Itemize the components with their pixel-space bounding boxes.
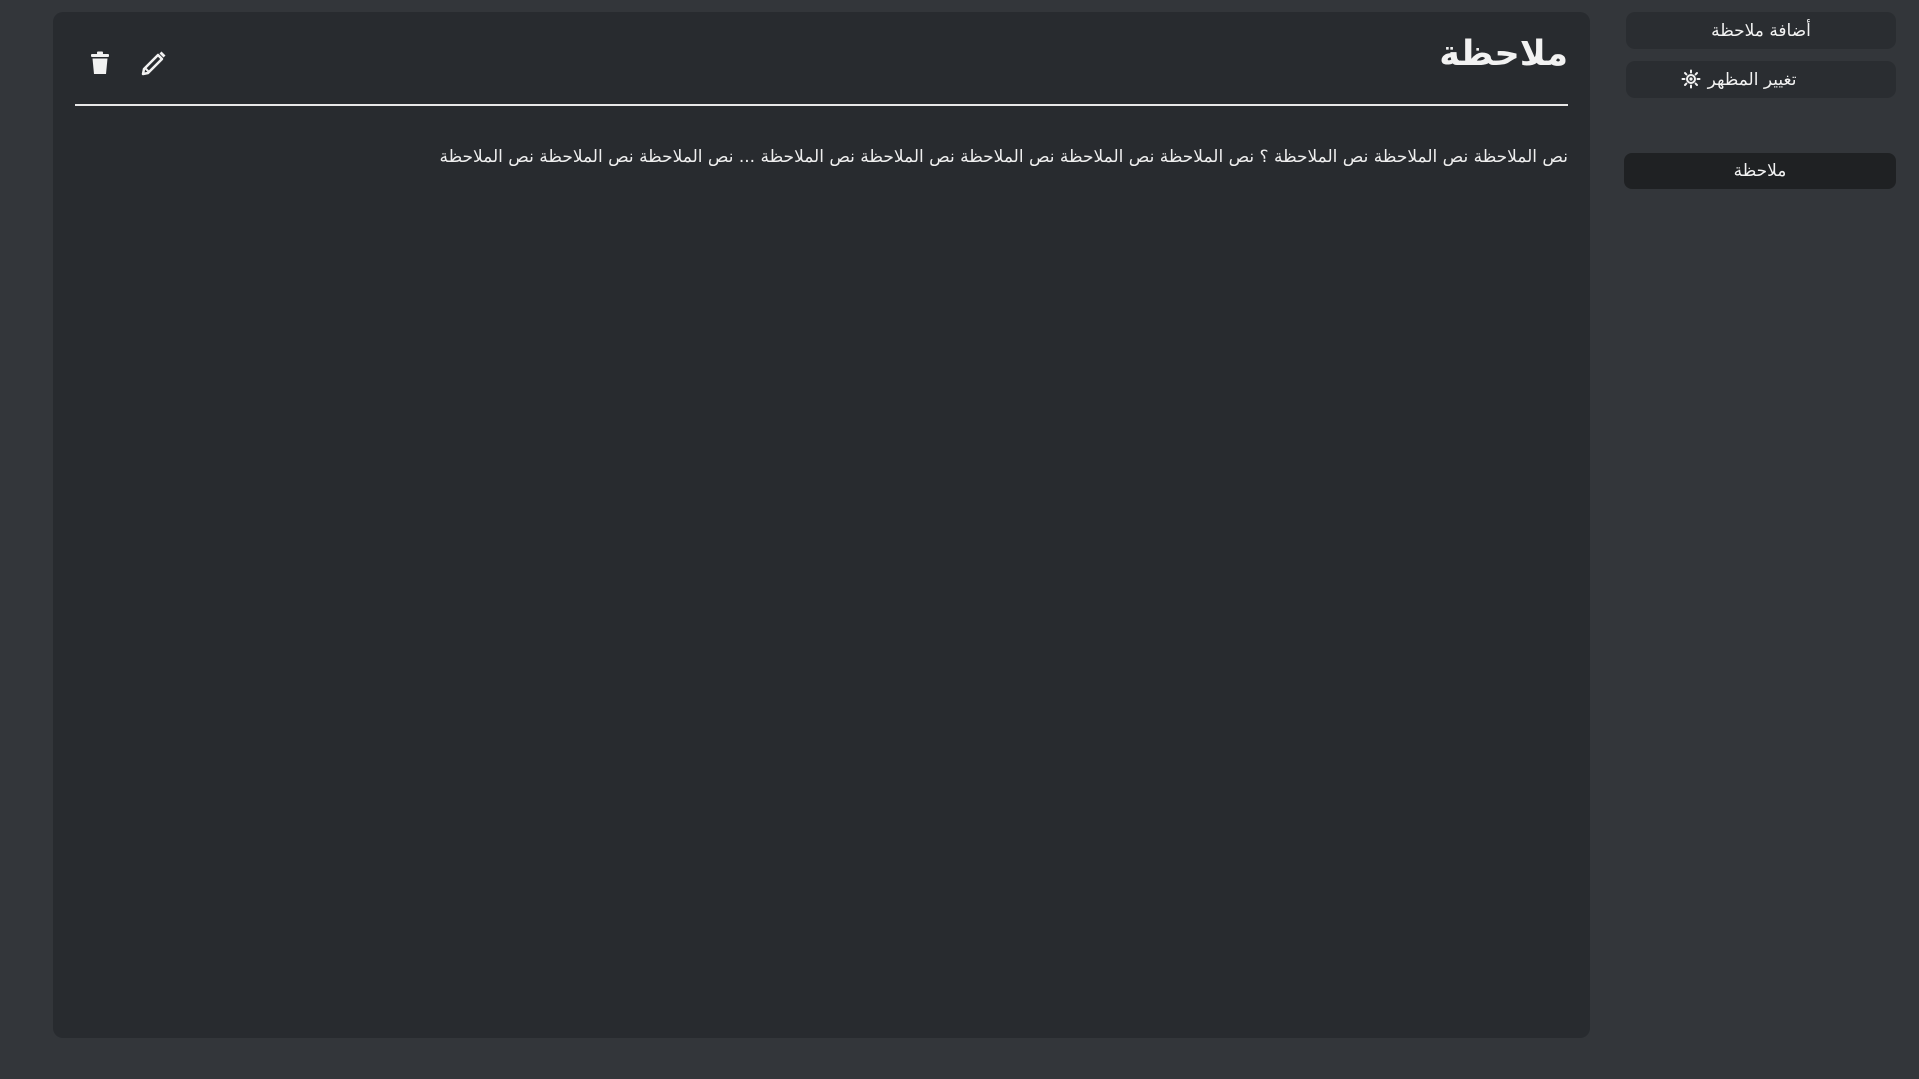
note-actions [85,48,169,78]
note-panel: ملاحظة نص الملاحظة نص الملاحظة نص الملاح… [53,12,1590,1038]
add-note-button[interactable]: أضافة ملاحظة [1626,12,1896,49]
change-theme-button[interactable]: تغيير المظهر [1626,61,1896,98]
delete-note-button[interactable] [85,48,115,78]
note-header: ملاحظة [75,12,1568,106]
add-note-label: أضافة ملاحظة [1711,20,1811,41]
pencil-icon [141,51,166,76]
sidebar: أضافة ملاحظة تغيير المظهر ملاحظة [1624,12,1896,189]
note-list: ملاحظة [1624,153,1896,189]
trash-icon [91,51,109,74]
note-title: ملاحظة [1439,34,1568,74]
note-list-item-label: ملاحظة [1733,161,1787,181]
notes-app: ملاحظة نص الملاحظة نص الملاحظة نص الملاح… [0,0,1919,1079]
note-list-item[interactable]: ملاحظة [1624,153,1896,189]
edit-note-button[interactable] [139,48,169,78]
note-body-text: نص الملاحظة نص الملاحظة نص الملاحظة ؟ نص… [439,147,1568,167]
change-theme-label: تغيير المظهر [1707,69,1797,90]
sun-icon [1681,69,1701,94]
